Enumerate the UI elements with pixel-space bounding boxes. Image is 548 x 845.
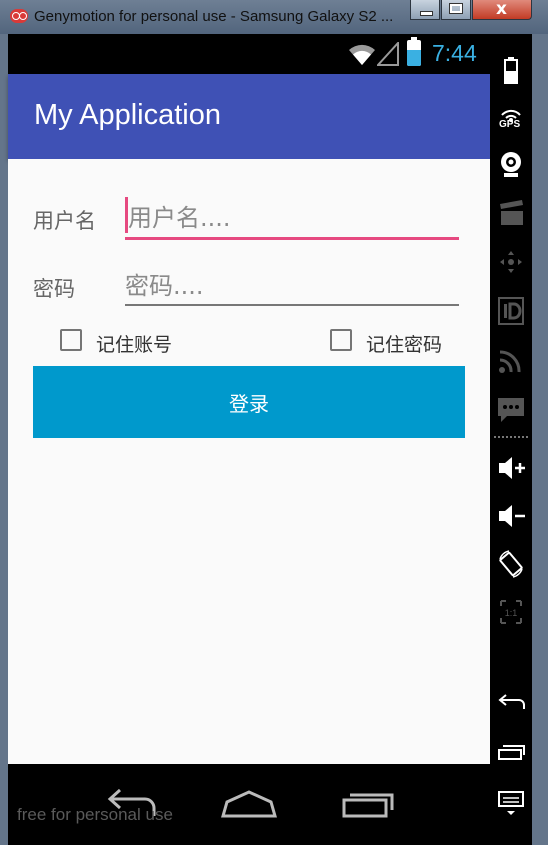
close-button[interactable]: x — [472, 0, 532, 20]
android-back-button[interactable] — [490, 680, 532, 724]
dpad-widget-button[interactable] — [490, 240, 532, 284]
android-menu-button[interactable] — [490, 779, 532, 823]
maximize-button[interactable] — [441, 0, 471, 20]
battery-icon — [504, 57, 518, 84]
sms-widget-button[interactable] — [490, 388, 532, 432]
login-form: 用户名 密码 记住账号 记住密码 登录 — [8, 159, 490, 764]
gps-label: GPS — [499, 119, 521, 130]
app-title: My Application — [34, 99, 221, 131]
wifi-icon — [349, 44, 375, 65]
home-icon[interactable] — [217, 784, 281, 824]
navigation-bar: free for personal use — [8, 764, 490, 845]
window-frame-right — [532, 34, 548, 845]
battery-charging-icon — [407, 37, 421, 66]
volume-down-icon — [499, 505, 525, 527]
login-button[interactable]: 登录 — [33, 366, 465, 438]
window-frame-left — [0, 34, 8, 845]
password-label: 密码 — [33, 277, 75, 301]
close-icon: x — [496, 0, 507, 19]
username-underline — [125, 237, 459, 240]
window-titlebar: Genymotion for personal use - Samsung Ga… — [0, 0, 548, 34]
window-title: Genymotion for personal use - Samsung Ga… — [34, 8, 394, 25]
remember-account-label: 记住账号 — [96, 334, 173, 356]
video-capture-icon — [500, 200, 523, 225]
pixel-perfect-label: 1:1 — [505, 608, 518, 618]
remember-password-label: 记住密码 — [366, 334, 443, 356]
rotate-icon — [499, 550, 523, 578]
volume-up-icon — [499, 457, 525, 479]
screencast-widget-button[interactable] — [490, 192, 532, 236]
volume-up-button[interactable] — [490, 446, 532, 490]
rotate-button[interactable] — [490, 542, 532, 586]
password-input[interactable] — [125, 269, 459, 303]
status-time: 7:44 — [432, 40, 477, 66]
app-bar: My Application — [8, 74, 490, 159]
recent-apps-button[interactable] — [490, 730, 532, 774]
toolbar-separator — [494, 436, 528, 438]
webcam-widget-button[interactable] — [490, 142, 532, 186]
password-underline — [125, 304, 459, 306]
username-input[interactable] — [128, 201, 458, 235]
genymotion-toolbar: GPS 1:1 — [490, 34, 532, 845]
battery-widget-button[interactable] — [490, 48, 532, 92]
minimize-button[interactable] — [410, 0, 440, 20]
device-id-icon — [498, 297, 524, 325]
genymotion-app-icon — [10, 9, 28, 23]
gps-widget-button[interactable]: GPS — [490, 96, 532, 140]
status-bar: 7:44 — [8, 34, 490, 74]
network-widget-button[interactable] — [490, 338, 532, 382]
watermark-text: free for personal use — [17, 805, 173, 824]
pixel-perfect-icon: 1:1 — [500, 600, 522, 624]
network-icon — [499, 350, 521, 373]
username-label: 用户名 — [33, 209, 96, 233]
volume-down-button[interactable] — [490, 494, 532, 538]
remember-password-checkbox[interactable] — [330, 329, 352, 351]
pixel-perfect-button[interactable]: 1:1 — [490, 590, 532, 634]
recent-apps-icon — [498, 745, 525, 760]
signal-icon — [377, 42, 399, 66]
sms-icon — [498, 398, 524, 422]
recents-icon[interactable] — [336, 784, 400, 824]
back-icon — [498, 694, 525, 709]
device-id-widget-button[interactable] — [490, 289, 532, 333]
dpad-icon — [500, 251, 522, 273]
webcam-icon — [501, 152, 521, 177]
remember-account-checkbox[interactable] — [60, 329, 82, 351]
menu-icon — [498, 791, 524, 815]
